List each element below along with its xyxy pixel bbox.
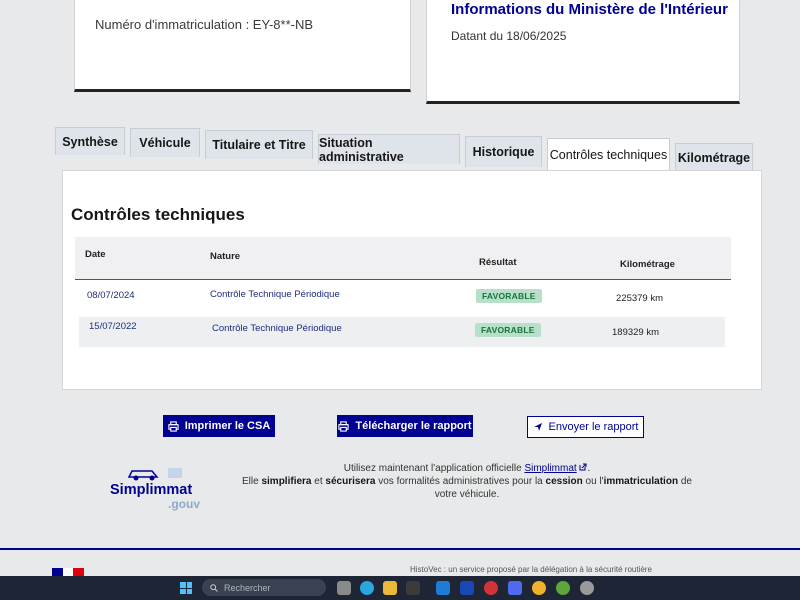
promo-text: ou l' [582, 476, 604, 487]
tab-situation-administrative[interactable]: Situation administrative [318, 134, 460, 164]
printer-icon [168, 420, 179, 432]
status-badge: FAVORABLE [475, 323, 541, 337]
file-explorer-icon[interactable] [383, 581, 397, 595]
promo-text: vos formalités administratives pour la [375, 476, 546, 487]
promo-text: cession [545, 476, 583, 487]
document-icon [168, 468, 182, 478]
outlook-icon[interactable] [436, 581, 450, 595]
send-report-button[interactable]: Envoyer le rapport [527, 416, 644, 438]
table-row: 08/07/2024 Contrôle Technique Périodique… [79, 281, 725, 311]
ministry-info-title: Informations du Ministère de l'Intérieur [451, 1, 728, 18]
send-icon [533, 423, 542, 431]
car-icon [127, 470, 159, 481]
chrome-icon[interactable] [532, 581, 546, 595]
tab-bar: Synthèse Véhicule Titulaire et Titre Sit… [55, 127, 755, 171]
vehicle-card: Numéro d'immatriculation : EY-8**-NB [74, 0, 411, 92]
print-csa-button[interactable]: Imprimer le CSA [163, 415, 275, 437]
row-date: 15/07/2022 [89, 321, 137, 332]
row-date: 08/07/2024 [87, 290, 135, 301]
table-row: 15/07/2022 Contrôle Technique Périodique… [79, 317, 725, 347]
tab-controles-techniques[interactable]: Contrôles techniques [547, 138, 670, 171]
promo-line1: Utilisez maintenant l'application offici… [343, 463, 525, 474]
download-report-label: Télécharger le rapport [355, 420, 472, 432]
registration-number: Numéro d'immatriculation : EY-8**-NB [95, 17, 314, 32]
opera-icon[interactable] [484, 581, 498, 595]
row-nature: Contrôle Technique Périodique [210, 289, 340, 300]
ministry-info-date: Datant du 18/06/2025 [451, 29, 567, 43]
chrome-profile-icon[interactable] [556, 581, 570, 595]
controles-techniques-panel: Contrôles techniques Date Nature Résulta… [62, 170, 762, 390]
app-icon[interactable] [580, 581, 594, 595]
column-header-nature: Nature [210, 251, 241, 262]
download-report-button[interactable]: Télécharger le rapport [337, 415, 473, 437]
windows-taskbar: Rechercher [0, 576, 800, 600]
promo-text: Elle [242, 476, 262, 487]
teams-icon[interactable] [508, 581, 522, 595]
column-header-mileage: Kilométrage [620, 259, 675, 270]
row-nature: Contrôle Technique Périodique [212, 323, 342, 334]
app-l-icon[interactable] [460, 581, 474, 595]
taskbar-search-placeholder: Rechercher [224, 582, 271, 593]
promo-text: sécurisera [325, 476, 376, 487]
row-mileage: 189329 km [612, 327, 660, 338]
tab-vehicule[interactable]: Véhicule [130, 128, 200, 157]
footer-divider [0, 548, 800, 550]
column-header-date: Date [85, 249, 106, 260]
simplimmat-promo-text: Utilisez maintenant l'application offici… [232, 462, 702, 501]
panel-title: Contrôles techniques [71, 205, 245, 224]
simplimmat-logo[interactable]: Simplimmat .gouv [110, 466, 210, 512]
taskbar-search[interactable]: Rechercher [202, 579, 326, 596]
tab-titulaire-titre[interactable]: Titulaire et Titre [205, 130, 313, 159]
start-icon[interactable] [180, 582, 192, 594]
row-mileage: 225379 km [616, 293, 664, 304]
ministry-info-card: Informations du Ministère de l'Intérieur… [426, 0, 740, 104]
footer-text: HistoVec : un service proposé par la dél… [410, 565, 652, 574]
task-view-icon[interactable] [337, 581, 351, 595]
promo-line3: votre véhicule. [434, 489, 500, 500]
logo-word: Simplimmat [110, 482, 193, 498]
tab-kilometrage[interactable]: Kilométrage [675, 143, 753, 171]
tab-synthese[interactable]: Synthèse [55, 127, 125, 155]
printer-icon [338, 420, 350, 432]
promo-text: de [678, 476, 692, 487]
tab-historique[interactable]: Historique [465, 136, 542, 167]
promo-text: simplifiera [261, 476, 312, 487]
column-header-result: Résultat [479, 257, 517, 268]
promo-text: immatriculation [603, 476, 679, 487]
table-header: Date Nature Résultat Kilométrage [75, 237, 731, 280]
edge-icon[interactable] [360, 581, 374, 595]
logo-gouv: .gouv [168, 497, 200, 511]
simplimmat-link[interactable]: Simplimmat [524, 463, 576, 474]
print-csa-label: Imprimer le CSA [184, 420, 271, 432]
store-icon[interactable] [406, 581, 420, 595]
search-icon [210, 583, 218, 592]
send-report-label: Envoyer le rapport [548, 421, 639, 433]
promo-text: et [311, 476, 326, 487]
status-badge: FAVORABLE [476, 289, 542, 303]
